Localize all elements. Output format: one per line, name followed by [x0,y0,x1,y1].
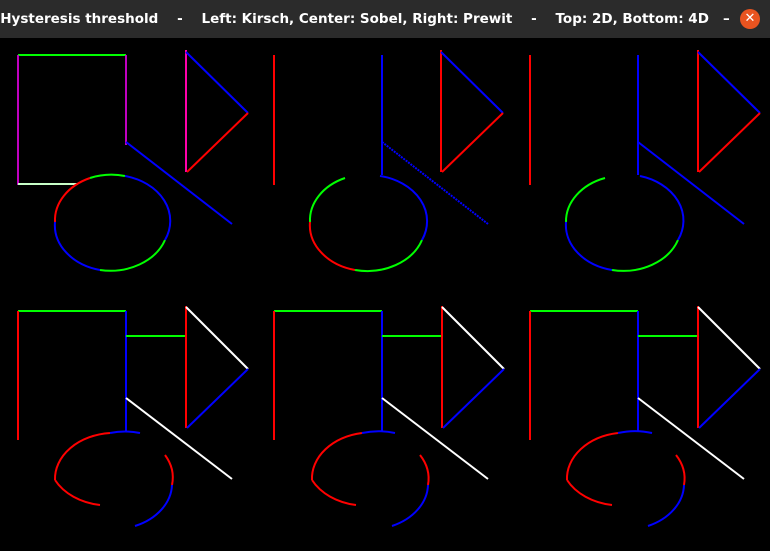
edge-ellipse-d [164,454,174,486]
edge-ellipse-b [308,221,356,271]
edge-ellipse-c [617,430,653,434]
edge-ellipse-d [675,454,686,486]
edge-ellipse-a [564,177,606,223]
edge-ellipse-e [134,484,173,527]
edge-ellipse-c [109,430,141,434]
edge-arrow-upper [440,51,504,114]
edge-ellipse-e [124,175,172,241]
edge-ellipse-e [647,484,685,527]
edge-ellipse-a [565,432,619,481]
edge-ellipse-c [53,221,101,271]
title-bar: Hysteresis threshold - Left: Kirsch, Cen… [0,0,770,38]
close-icon[interactable]: ✕ [740,9,760,29]
edge-ellipse-b [311,479,357,506]
edge-arrow-lower [442,368,505,429]
edge-ellipse-a [53,432,111,481]
panel-prewit-4d [529,306,761,527]
edge-arrow-upper [697,306,761,370]
edge-ellipse-a [308,177,346,223]
edge-ellipse-b [54,479,101,506]
panel-kirsch-4d [17,306,249,527]
edge-arrow-lower [698,112,761,173]
edge-ellipse-c [354,239,423,273]
window-title: Hysteresis threshold - Left: Kirsch, Cen… [0,11,730,27]
edge-diagonal [125,141,233,225]
edge-ellipse-b [566,479,613,506]
edge-diagonal [637,141,745,225]
edge-arrow-upper [185,306,249,370]
edge-ellipse-d [419,454,430,486]
edge-arrow-lower [186,368,249,429]
edge-arrow-upper [697,51,761,114]
edge-ellipse-d [379,175,429,241]
edge-diagonal [125,397,233,480]
panel-sobel-4d [273,306,505,527]
edge-ellipse-c [611,239,679,272]
edge-diagonal [381,397,489,480]
edge-diagonal [381,141,489,225]
panel-sobel-2d [273,50,504,273]
edge-arrow-lower [698,368,761,429]
edge-arrow-lower [441,112,504,173]
edge-ellipse-b [89,173,126,179]
edge-ellipse-e [391,484,429,527]
edge-ellipse-c [361,430,396,434]
image-canvas [0,38,770,551]
panel-kirsch-2d [17,50,249,272]
edge-arrow-upper [185,51,249,114]
edge-ellipse-b [564,221,613,271]
edge-image [17,50,761,527]
edge-ellipse-d [639,175,685,241]
edge-arrow-upper [441,306,505,370]
edge-ellipse-a [310,432,363,481]
edge-arrow-lower [186,112,249,173]
edge-ellipse-d [99,239,166,272]
panel-prewit-2d [529,50,761,272]
edge-diagonal [637,397,745,480]
